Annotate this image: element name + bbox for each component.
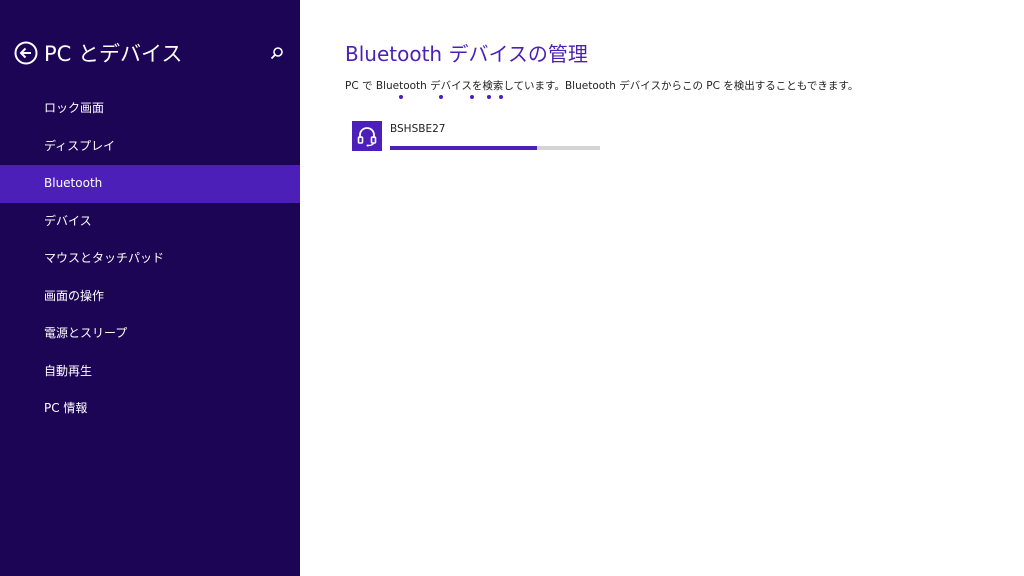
sidebar-item-power-sleep[interactable]: 電源とスリープ (0, 315, 300, 353)
sidebar-item-bluetooth[interactable]: Bluetooth (0, 165, 300, 203)
sidebar-title: PC とデバイス (44, 42, 183, 66)
headset-icon (357, 127, 377, 147)
sidebar-item-autoplay[interactable]: 自動再生 (0, 353, 300, 391)
progress-dot (439, 95, 443, 99)
page-title: Bluetooth デバイスの管理 (345, 42, 588, 66)
app-window: PC とデバイス ロック画面 ディスプレイ Bluetooth デバイス マウス… (0, 0, 1024, 576)
sidebar-item-screen-operation[interactable]: 画面の操作 (0, 278, 300, 316)
sidebar-item-display[interactable]: ディスプレイ (0, 128, 300, 166)
sidebar-item-lock-screen[interactable]: ロック画面 (0, 90, 300, 128)
pairing-progress-bar (390, 146, 600, 150)
searching-progress-dots (345, 95, 565, 101)
search-button[interactable] (268, 44, 286, 62)
search-icon (270, 47, 283, 60)
progress-dot (470, 95, 474, 99)
back-arrow-icon (14, 41, 38, 65)
search-status-text: PC で Bluetooth デバイスを検索しています。Bluetooth デバ… (345, 80, 859, 92)
sidebar-item-devices[interactable]: デバイス (0, 203, 300, 241)
pairing-progress-fill (390, 146, 537, 150)
progress-dot (399, 95, 403, 99)
progress-dot (499, 95, 503, 99)
sidebar-nav: ロック画面 ディスプレイ Bluetooth デバイス マウスとタッチパッド 画… (0, 90, 300, 428)
device-icon-tile (352, 121, 382, 151)
main-panel: Bluetooth デバイスの管理 PC で Bluetooth デバイスを検索… (300, 0, 1024, 576)
sidebar-item-mouse-touchpad[interactable]: マウスとタッチパッド (0, 240, 300, 278)
device-name: BSHSBE27 (390, 123, 446, 135)
sidebar: PC とデバイス ロック画面 ディスプレイ Bluetooth デバイス マウス… (0, 0, 300, 576)
progress-dot (487, 95, 491, 99)
sidebar-item-pc-info[interactable]: PC 情報 (0, 390, 300, 428)
sidebar-header: PC とデバイス (14, 38, 286, 68)
device-item[interactable]: BSHSBE27 (352, 120, 612, 154)
back-button[interactable] (14, 41, 38, 65)
